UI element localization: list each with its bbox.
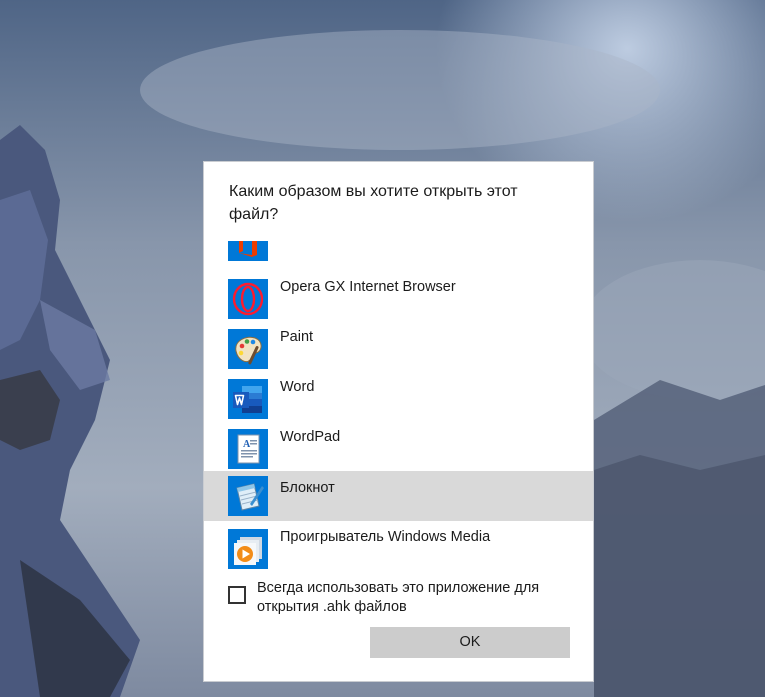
app-item-word[interactable]: Word — [204, 375, 593, 425]
always-use-label: Всегда использовать это приложение для о… — [257, 580, 540, 615]
wordpad-icon: A — [228, 429, 268, 469]
windows-media-player-icon — [228, 529, 268, 569]
app-item-label: Блокнот — [280, 480, 335, 496]
word-icon — [228, 379, 268, 419]
app-list[interactable]: Opera GX Internet Browser Paint Word A W… — [204, 241, 593, 571]
app-item-notepad[interactable]: Блокнот — [204, 471, 593, 521]
app-item-label: Paint — [280, 329, 314, 345]
paint-palette-icon — [228, 329, 268, 369]
app-item-label: WordPad — [280, 429, 341, 445]
office-icon — [228, 241, 268, 261]
app-item-paint[interactable]: Paint — [204, 325, 593, 375]
svg-text:A: A — [243, 439, 251, 450]
notepad-icon — [228, 476, 268, 516]
always-use-option[interactable]: Всегда использовать это приложение для о… — [228, 579, 578, 619]
app-item-label: Opera GX Internet Browser — [280, 279, 456, 295]
app-item-label: Проигрыватель Windows Media — [280, 529, 491, 545]
open-with-dialog: Каким образом вы хотите открыть этот фай… — [203, 161, 594, 682]
dialog-title: Каким образом вы хотите открыть этот фай… — [229, 183, 518, 223]
app-item-wordpad[interactable]: A WordPad — [204, 425, 593, 475]
app-item-label: Word — [280, 379, 315, 395]
always-use-checkbox[interactable] — [228, 586, 246, 604]
app-item-opera-gx[interactable]: Opera GX Internet Browser — [204, 275, 593, 325]
app-item-office[interactable] — [204, 241, 593, 267]
opera-gx-icon — [228, 279, 268, 319]
ok-button[interactable]: OK — [370, 627, 570, 658]
app-item-windows-media-player[interactable]: Проигрыватель Windows Media — [204, 525, 593, 571]
